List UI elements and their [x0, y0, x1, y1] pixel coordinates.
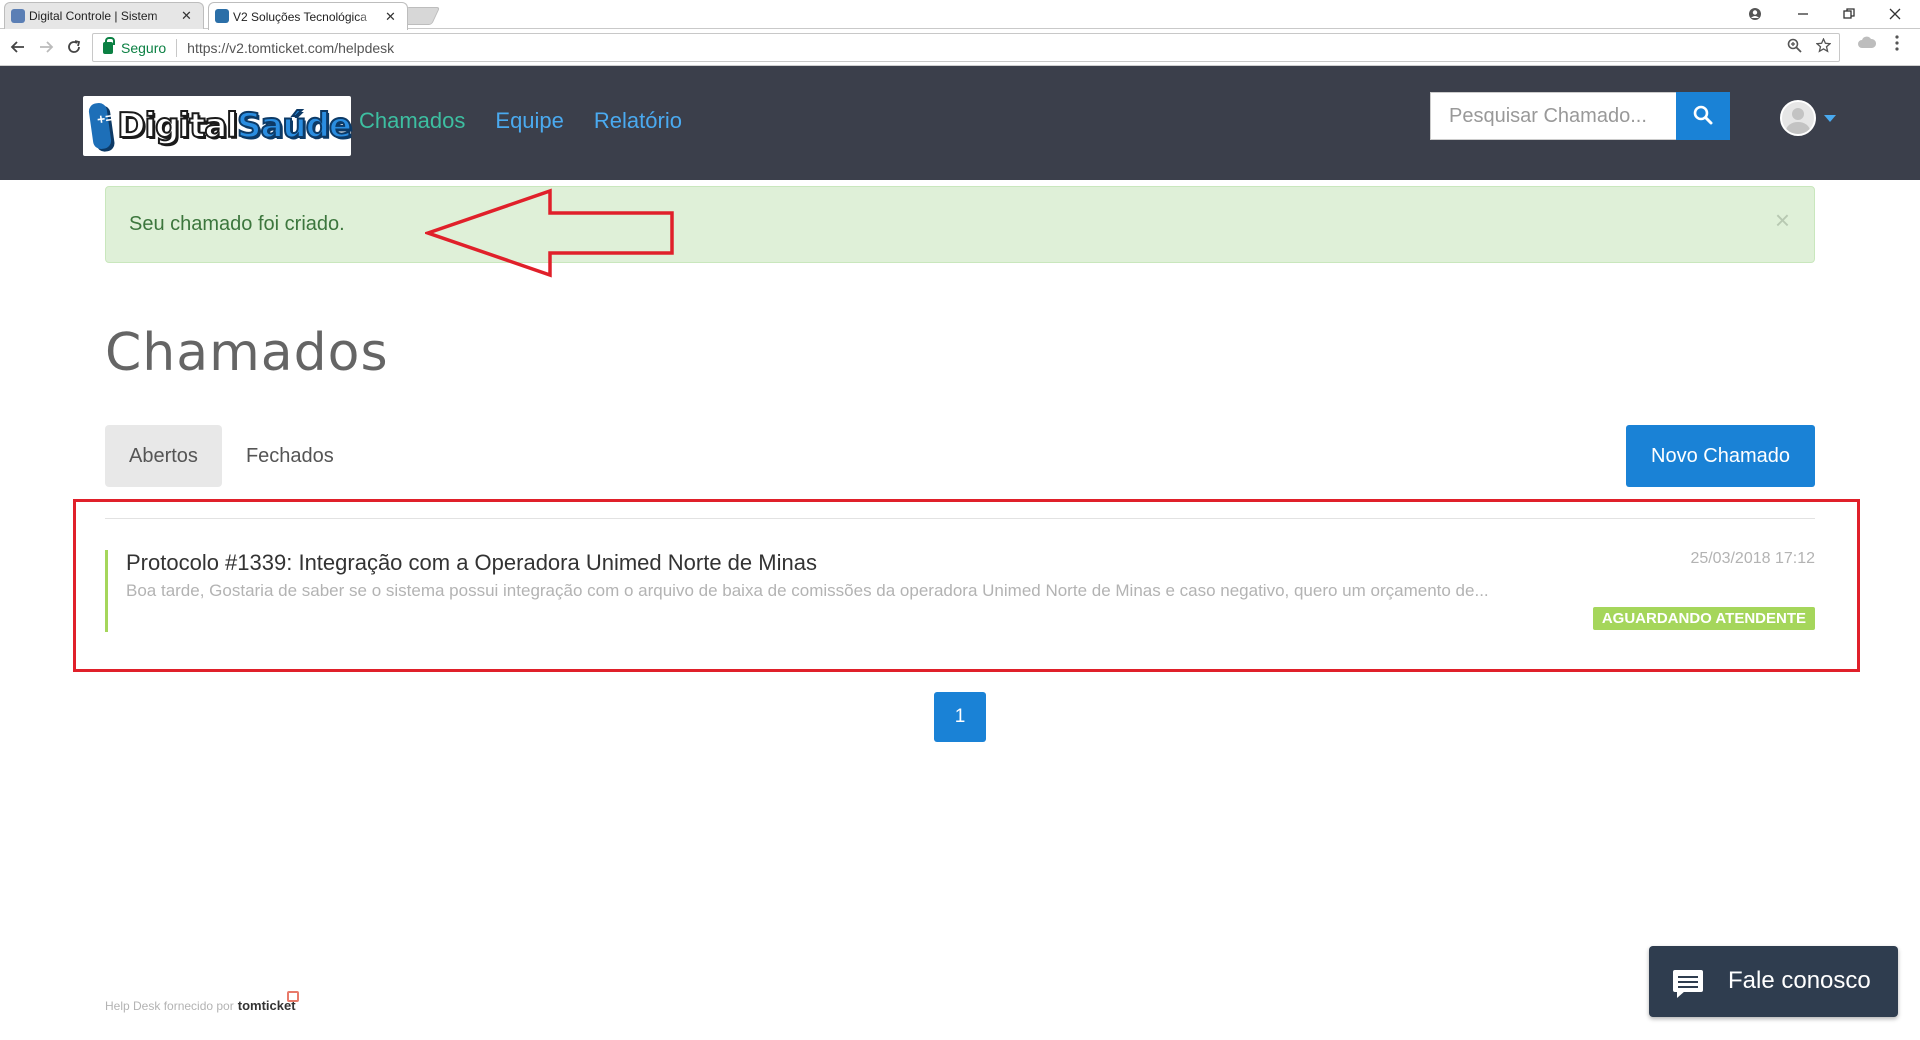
close-icon[interactable]: ✕ — [181, 8, 192, 24]
tab-fechados[interactable]: Fechados — [222, 425, 358, 487]
new-ticket-button[interactable]: Novo Chamado — [1626, 425, 1815, 487]
footer-text: Help Desk fornecido por — [105, 999, 234, 1013]
tab-abertos[interactable]: Abertos — [105, 425, 222, 487]
ticket-description: Boa tarde, Gostaria de saber se o sistem… — [126, 581, 1489, 600]
zoom-icon[interactable] — [1787, 38, 1802, 57]
url-text[interactable]: https://v2.tomticket.com/helpdesk — [187, 40, 394, 56]
address-separator — [176, 38, 178, 57]
tab-title: V2 Soluções Tecnológica — [233, 9, 367, 24]
tab-title: Digital Controle | Sistem — [29, 9, 158, 23]
ticket-title[interactable]: Protocolo #1339: Integração com a Operad… — [126, 550, 817, 576]
address-bar[interactable]: Seguro https://v2.tomticket.com/helpdesk — [92, 33, 1840, 62]
logo-text-part1: Digital — [116, 105, 239, 147]
nav-item-equipe[interactable]: Equipe — [495, 108, 564, 134]
close-icon[interactable]: ✕ — [385, 9, 396, 25]
footer: Help Desk fornecido por tomticket — [105, 991, 299, 1013]
chat-widget-button[interactable]: Fale conosco — [1649, 946, 1898, 1017]
nav-item-relatorio[interactable]: Relatório — [594, 108, 682, 134]
calculator-logo-icon — [87, 101, 113, 151]
alert-message: Seu chamado foi criado. — [129, 213, 345, 235]
browser-tab-v2-solucoes[interactable]: V2 Soluções Tecnológica ✕ — [208, 2, 408, 30]
chat-bubble-icon — [1673, 970, 1703, 998]
restore-icon[interactable] — [1826, 0, 1872, 28]
logo-text-part2: Saúde — [236, 105, 353, 147]
search-form — [1430, 92, 1730, 140]
browser-tabstrip: Digital Controle | Sistem ✕ V2 Soluções … — [0, 0, 1920, 30]
main-nav: Chamados Equipe Relatório — [359, 108, 682, 134]
search-input[interactable] — [1430, 92, 1676, 140]
bookmark-star-icon[interactable] — [1815, 37, 1832, 57]
status-badge: AGUARDANDO ATENDENTE — [1592, 607, 1815, 630]
logo-text: DigitalSaúde — [116, 105, 353, 147]
search-button[interactable] — [1676, 92, 1730, 140]
menu-dots-icon[interactable] — [1894, 35, 1900, 56]
success-alert: Seu chamado foi criado. × — [105, 186, 1815, 263]
digital-saude-logo[interactable]: DigitalSaúde — [83, 96, 353, 156]
close-icon[interactable]: × — [1775, 207, 1790, 233]
ticket-filter-tabs: Abertos Fechados — [105, 425, 358, 487]
profile-icon[interactable] — [1732, 0, 1778, 28]
minimize-icon[interactable] — [1780, 0, 1826, 28]
forward-arrow-icon[interactable] — [34, 35, 58, 59]
avatar — [1780, 100, 1816, 136]
lock-icon — [103, 36, 115, 54]
back-arrow-icon[interactable] — [6, 35, 30, 59]
gear-favicon-icon — [11, 9, 25, 23]
page-title: Chamados — [105, 323, 389, 383]
site-header: DigitalSaúde Chamados Equipe Relatório — [0, 66, 1920, 180]
nav-item-chamados[interactable]: Chamados — [359, 108, 465, 134]
secure-label: Seguro — [121, 39, 167, 56]
ticket-date: 25/03/2018 17:12 — [1690, 550, 1815, 567]
caret-down-icon — [1824, 114, 1836, 122]
reload-icon[interactable] — [62, 35, 86, 59]
cloud-extension-icon[interactable] — [1858, 35, 1877, 54]
chat-label: Fale conosco — [1728, 967, 1871, 994]
tomticket-logo[interactable]: tomticket — [238, 991, 299, 1013]
site-favicon-icon — [215, 9, 229, 23]
user-menu[interactable] — [1780, 100, 1836, 136]
browser-toolbar: Seguro https://v2.tomticket.com/helpdesk — [0, 29, 1920, 66]
close-window-icon[interactable] — [1872, 0, 1918, 28]
ticket-row[interactable]: Protocolo #1339: Integração com a Operad… — [105, 550, 1815, 632]
browser-tab-digital-controle[interactable]: Digital Controle | Sistem ✕ — [4, 2, 204, 29]
pagination-page-1[interactable]: 1 — [934, 692, 986, 742]
search-icon — [1693, 105, 1713, 128]
annotation-arrow-icon — [425, 188, 674, 278]
